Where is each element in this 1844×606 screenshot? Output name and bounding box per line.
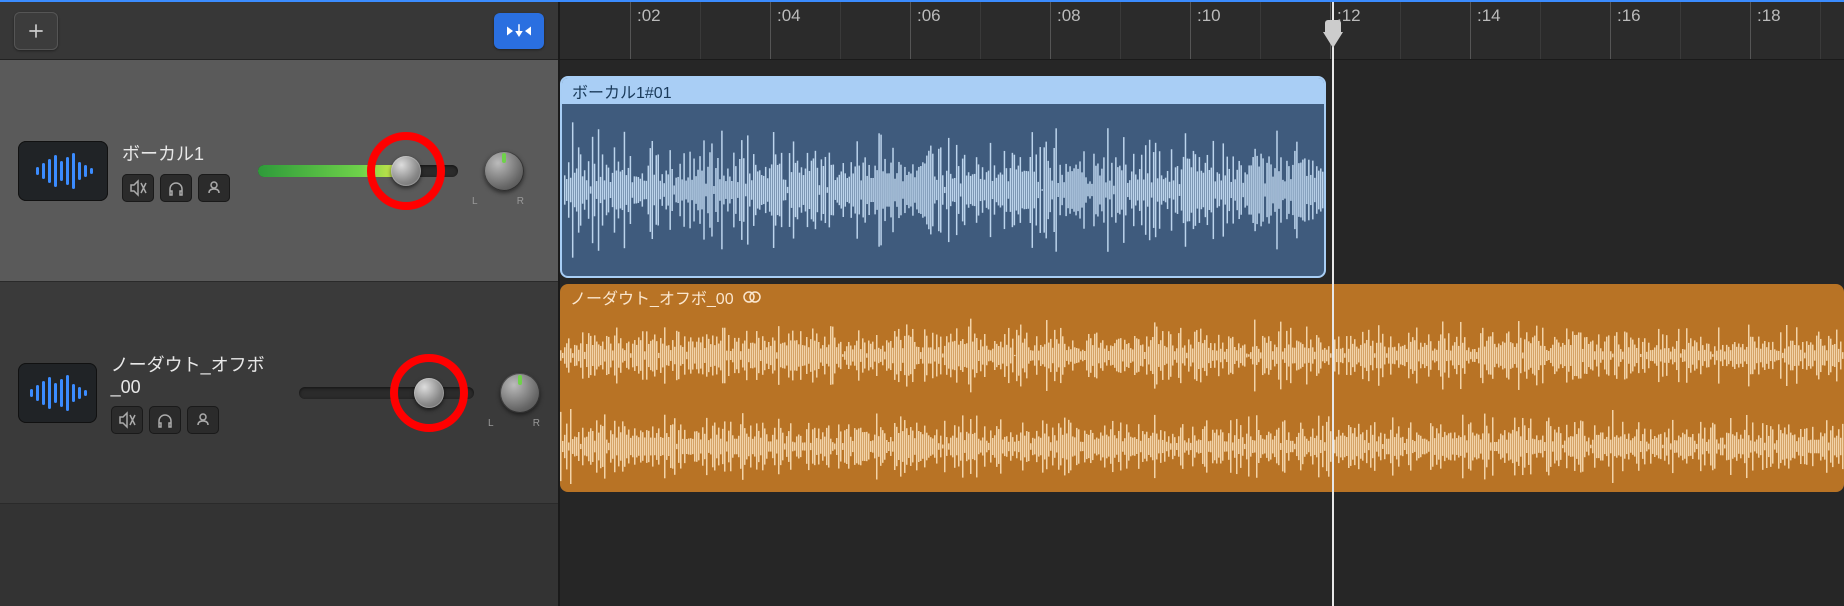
ruler-tick-label: :06	[917, 6, 941, 26]
ruler-minor-tick	[1820, 2, 1827, 59]
ruler-tick-label: :08	[1057, 6, 1081, 26]
playhead[interactable]	[1332, 2, 1334, 606]
track-row[interactable]: ノーダウト_オフボ_00 L	[0, 282, 558, 504]
ruler-tick-label: :02	[637, 6, 661, 26]
plus-icon	[26, 21, 46, 41]
mute-button[interactable]	[111, 406, 143, 434]
ruler-minor-tick	[1540, 2, 1547, 59]
pan-right-label: R	[517, 196, 524, 207]
track-name-label[interactable]: ノーダウト_オフボ_00	[111, 351, 272, 398]
playhead-handle-icon[interactable]	[1323, 32, 1343, 48]
track-filter-button[interactable]	[494, 13, 544, 49]
pan-left-label: L	[488, 418, 494, 429]
clip-label: ノーダウト_オフボ_00	[570, 285, 734, 309]
pan-knob[interactable]	[484, 151, 524, 191]
track-info: ボーカル1	[122, 140, 230, 202]
record-enable-icon	[205, 179, 223, 197]
ruler-tick: :08	[1050, 2, 1081, 59]
ruler-minor-tick	[840, 2, 847, 59]
pan-right-label: R	[533, 418, 540, 429]
ruler-minor-tick	[700, 2, 707, 59]
volume-thumb[interactable]	[391, 156, 421, 186]
ruler-tick: :06	[910, 2, 941, 59]
ruler-tick-label: :10	[1197, 6, 1221, 26]
record-enable-icon	[194, 411, 212, 429]
mute-icon	[129, 179, 147, 197]
ruler-minor-tick	[980, 2, 987, 59]
ruler-tick: :04	[770, 2, 801, 59]
volume-slider[interactable]	[258, 151, 458, 191]
pan-left-label: L	[472, 196, 478, 207]
ruler-tick: :14	[1470, 2, 1501, 59]
timeline-area[interactable]: :02:04:06:08:10:12:14:16:18 ボーカル1#01 ノーダ…	[560, 2, 1844, 606]
mute-icon	[118, 411, 136, 429]
add-track-button[interactable]	[14, 12, 58, 50]
ruler-tick-label: :04	[777, 6, 801, 26]
audio-clip[interactable]: ボーカル1#01	[560, 76, 1326, 278]
track-type-icon	[18, 141, 108, 201]
ruler-tick: :16	[1610, 2, 1641, 59]
mute-button[interactable]	[122, 174, 154, 202]
ruler-tick-label: :14	[1477, 6, 1501, 26]
track-panel-header	[0, 2, 558, 60]
headphones-icon	[156, 411, 174, 429]
input-monitor-button[interactable]	[198, 174, 230, 202]
pan-labels: L R	[472, 196, 524, 207]
filter-collapse-icon	[504, 21, 534, 41]
ruler-minor-tick	[1120, 2, 1127, 59]
clip-header[interactable]: ノーダウト_オフボ_00	[560, 284, 1844, 310]
clip-header[interactable]: ボーカル1#01	[562, 78, 1324, 104]
ruler-minor-tick	[1680, 2, 1687, 59]
pan-labels: L R	[488, 418, 540, 429]
ruler-tick: :18	[1750, 2, 1781, 59]
volume-slider[interactable]	[299, 373, 474, 413]
clip-waveform	[560, 310, 1844, 492]
pan-knob[interactable]	[500, 373, 540, 413]
audio-waveform-icon	[26, 373, 88, 413]
audio-waveform-icon	[32, 151, 94, 191]
clips-area[interactable]: ボーカル1#01 ノーダウト_オフボ_00	[560, 60, 1844, 606]
track-name-label[interactable]: ボーカル1	[122, 140, 230, 166]
ruler-tick: :10	[1190, 2, 1221, 59]
track-row[interactable]: ボーカル1 L R	[0, 60, 558, 282]
time-ruler[interactable]: :02:04:06:08:10:12:14:16:18	[560, 2, 1844, 60]
stereo-icon	[742, 290, 762, 304]
daw-workspace: ボーカル1 L R	[0, 0, 1844, 606]
track-type-icon	[18, 363, 97, 423]
track-info: ノーダウト_オフボ_00	[111, 351, 272, 434]
ruler-minor-tick	[1260, 2, 1267, 59]
solo-button[interactable]	[149, 406, 181, 434]
audio-clip[interactable]: ノーダウト_オフボ_00	[560, 284, 1844, 492]
clip-waveform	[562, 104, 1324, 276]
headphones-icon	[167, 179, 185, 197]
clip-label: ボーカル1#01	[572, 79, 672, 103]
ruler-tick-label: :16	[1617, 6, 1641, 26]
solo-button[interactable]	[160, 174, 192, 202]
ruler-tick-label: :18	[1757, 6, 1781, 26]
ruler-tick: :02	[630, 2, 661, 59]
input-monitor-button[interactable]	[187, 406, 219, 434]
ruler-minor-tick	[1400, 2, 1407, 59]
track-panel: ボーカル1 L R	[0, 2, 560, 606]
volume-thumb[interactable]	[414, 378, 444, 408]
